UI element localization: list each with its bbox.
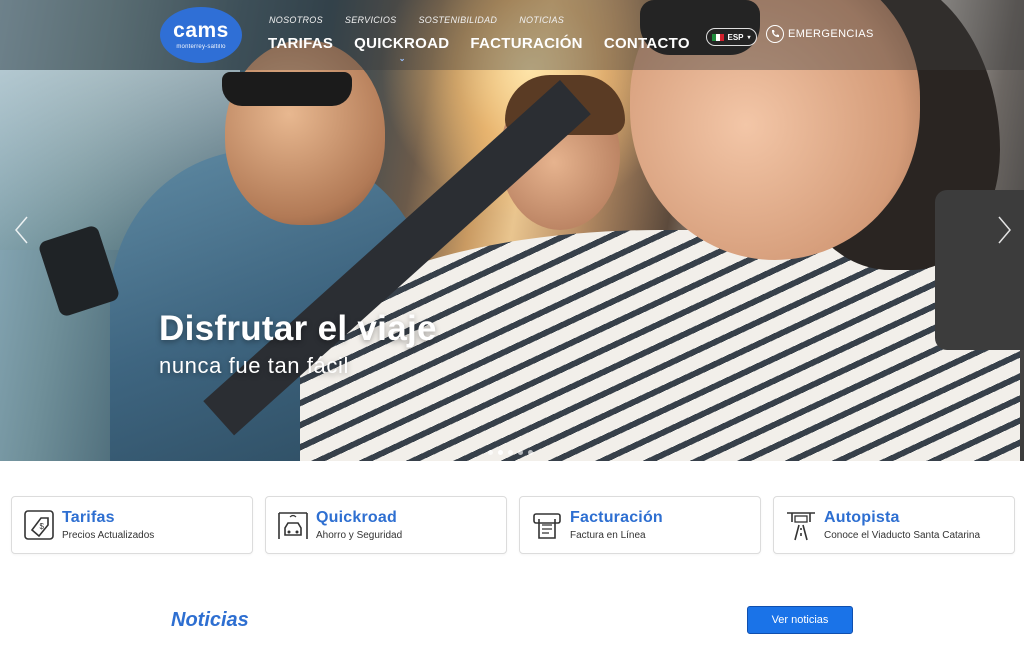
mexico-flag-icon: [712, 33, 724, 41]
card-quickroad[interactable]: Quickroad Ahorro y Seguridad: [265, 496, 507, 554]
nav-link-noticias[interactable]: NOTICIAS: [519, 15, 564, 25]
nav-item-facturacion[interactable]: FACTURACIÓN: [470, 35, 582, 52]
hero-caption: Disfrutar el viaje nunca fue tan fácil: [159, 309, 437, 379]
car-seat: [935, 190, 1024, 350]
service-cards: $ Tarifas Precios Actualizados Quickroad…: [11, 496, 1015, 554]
news-section-title: Noticias: [171, 609, 249, 631]
hero-title: Disfrutar el viaje: [159, 309, 437, 348]
card-tarifas[interactable]: $ Tarifas Precios Actualizados: [11, 496, 253, 554]
primary-nav: TARIFAS QUICKROAD ⌄ FACTURACIÓN CONTACTO: [268, 35, 711, 63]
card-facturacion[interactable]: Facturación Factura en Línea: [519, 496, 761, 554]
carousel-dot[interactable]: [508, 450, 513, 455]
view-news-button[interactable]: Ver noticias: [747, 606, 853, 634]
nav-link-nosotros[interactable]: NOSOTROS: [269, 15, 323, 25]
nav-link-servicios[interactable]: SERVICIOS: [345, 15, 397, 25]
card-autopista[interactable]: Autopista Conoce el Viaducto Santa Catar…: [773, 496, 1015, 554]
language-label: ESP: [727, 32, 744, 42]
highway-road-icon: [784, 508, 818, 542]
carousel-prev-arrow-icon[interactable]: [12, 215, 32, 245]
carousel-indicators: [488, 450, 533, 455]
svg-text:$: $: [40, 522, 45, 531]
carousel-dot[interactable]: [528, 450, 533, 455]
nav-item-contacto[interactable]: CONTACTO: [604, 35, 690, 52]
nav-item-label: TARIFAS: [268, 35, 334, 52]
toll-booth-car-icon: [276, 508, 310, 542]
carousel-next-arrow-icon[interactable]: [994, 215, 1014, 245]
nav-link-sostenibilidad[interactable]: SOSTENIBILIDAD: [418, 15, 497, 25]
card-description: Precios Actualizados: [62, 530, 155, 541]
card-description: Factura en Línea: [570, 530, 646, 541]
hero-subtitle: nunca fue tan fácil: [159, 353, 349, 378]
carousel-dot[interactable]: [488, 450, 493, 455]
emergency-link[interactable]: EMERGENCIAS: [766, 25, 874, 43]
card-title: Facturación: [570, 509, 663, 526]
card-description: Ahorro y Seguridad: [316, 530, 403, 541]
nav-item-label: QUICKROAD: [354, 35, 450, 52]
logo-subtitle: monterrey-saltillo: [176, 44, 226, 50]
price-tag-icon: $: [22, 508, 56, 542]
secondary-nav: NOSOTROS SERVICIOS SOSTENIBILIDAD NOTICI…: [269, 15, 586, 25]
man-sunglasses: [222, 72, 352, 106]
nav-item-quickroad[interactable]: QUICKROAD ⌄: [354, 35, 450, 63]
emergency-label: EMERGENCIAS: [788, 28, 874, 40]
phone-icon: [766, 25, 784, 43]
card-description: Conoce el Viaducto Santa Catarina: [824, 530, 981, 541]
top-navbar: cams monterrey-saltillo NOSOTROS SERVICI…: [0, 0, 1024, 70]
carousel-dot[interactable]: [518, 450, 523, 455]
chevron-down-icon: ⌄: [398, 54, 406, 63]
cams-logo[interactable]: cams monterrey-saltillo: [160, 7, 242, 63]
logo-wordmark: cams: [173, 19, 229, 42]
dropdown-caret-icon: ▾: [747, 34, 751, 41]
carousel-dot[interactable]: [498, 450, 503, 455]
nav-item-tarifas[interactable]: TARIFAS: [268, 35, 333, 52]
card-title: Tarifas: [62, 509, 115, 526]
invoice-printer-icon: [530, 508, 564, 542]
nav-item-label: FACTURACIÓN: [470, 35, 583, 52]
card-title: Autopista: [824, 509, 900, 526]
nav-item-label: CONTACTO: [603, 35, 690, 52]
card-title: Quickroad: [316, 509, 397, 526]
language-selector[interactable]: ESP ▾: [706, 28, 757, 46]
